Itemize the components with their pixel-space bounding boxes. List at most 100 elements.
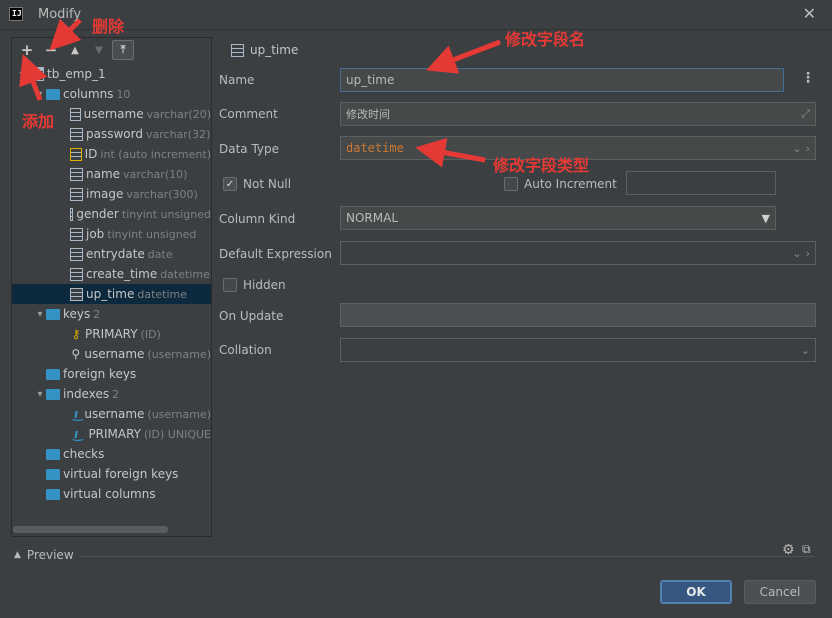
tree-node-table[interactable]: ▾ tb_emp_1 [12, 64, 211, 84]
index-detail: (ID) UNIQUE [144, 427, 211, 441]
name-field[interactable]: up_time [340, 68, 784, 92]
column-row[interactable]: job tinyint unsigned [12, 224, 211, 244]
not-null-checkbox[interactable]: ✓ Not Null [223, 177, 291, 191]
tree-node-keys[interactable]: ▾ keys 2 [12, 304, 211, 324]
index-row[interactable]: ı͜ username (username) [12, 404, 211, 424]
cancel-button[interactable]: Cancel [744, 580, 816, 604]
column-row[interactable]: image varchar(300) [12, 184, 211, 204]
column-icon [70, 107, 81, 121]
chevron-down-icon[interactable]: ▾ [34, 389, 46, 400]
chevron-down-icon[interactable]: ▾ [34, 89, 46, 100]
collation-select[interactable]: ⌄ [340, 338, 816, 362]
auto-increment-label: Auto Increment [524, 177, 617, 191]
rename-annotation: 修改字段名 [505, 30, 586, 49]
key-row[interactable]: ⚲ username (username) [12, 344, 211, 364]
horizontal-scrollbar[interactable] [13, 526, 168, 533]
chevron-down-icon[interactable]: ⌄ [801, 344, 810, 357]
auto-increment-checkbox[interactable]: Auto Increment [504, 177, 617, 191]
triangle-up-icon: ▲ [14, 550, 21, 560]
gear-icon[interactable]: ⚙ [782, 542, 795, 558]
chevron-down-icon[interactable]: ⌄ [792, 247, 801, 260]
on-update-field[interactable] [340, 303, 816, 327]
column-icon [70, 247, 83, 261]
column-name: image [86, 187, 124, 201]
check-icon[interactable]: ✓ [223, 177, 237, 191]
add-button[interactable]: + [16, 40, 38, 60]
virtual-foreign-keys-label: virtual foreign keys [63, 467, 179, 481]
form-header-title: up_time [250, 43, 299, 57]
key-row[interactable]: ⚷ PRIMARY (ID) [12, 324, 211, 344]
move-up-button[interactable]: ▲ [64, 40, 86, 60]
tree-node-columns[interactable]: ▾ columns 10 [12, 84, 211, 104]
auto-increment-field[interactable] [626, 171, 776, 195]
comment-field[interactable]: 修改时间 ⤢ [340, 102, 816, 126]
preview-toggle[interactable]: ▲ Preview [14, 548, 74, 562]
expand-icon[interactable]: ⤢ [801, 107, 810, 121]
chevron-right-icon[interactable]: › [806, 142, 810, 155]
column-type: varchar(32) [145, 127, 211, 141]
column-row[interactable]: create_time datetime [12, 264, 211, 284]
foreign-keys-label: foreign keys [63, 367, 137, 381]
index-icon: ı͜ [74, 427, 79, 441]
column-type: datetime [160, 267, 210, 281]
ok-button[interactable]: OK [660, 580, 732, 604]
column-name: gender [76, 207, 119, 221]
checks-label: checks [63, 447, 105, 461]
column-row-selected[interactable]: up_time datetime [12, 284, 211, 304]
table-icon [28, 67, 44, 81]
column-name: ID [84, 147, 98, 161]
tree-node-virtual-columns[interactable]: virtual columns [12, 484, 211, 504]
keys-count: 2 [93, 307, 101, 321]
column-kind-select[interactable]: NORMAL ▼ [340, 206, 776, 230]
column-kind-label: Column Kind [219, 212, 296, 226]
column-icon [70, 227, 83, 241]
tree-node-foreign-keys[interactable]: foreign keys [12, 364, 211, 384]
columns-count: 10 [116, 87, 131, 101]
column-type: tinyint unsigned [107, 227, 197, 241]
tree-node-indexes[interactable]: ▾ indexes 2 [12, 384, 211, 404]
column-icon [70, 207, 74, 221]
tree-node-checks[interactable]: checks [12, 444, 211, 464]
column-icon [231, 43, 244, 57]
column-type: date [147, 247, 173, 261]
remove-button[interactable]: − [40, 40, 62, 60]
collation-label: Collation [219, 343, 272, 357]
checkbox-box[interactable] [504, 177, 518, 191]
indexes-label: indexes [63, 387, 110, 401]
column-row[interactable]: name varchar(10) [12, 164, 211, 184]
index-detail: (username) [147, 407, 211, 421]
rename-arrow [425, 39, 501, 74]
tree-toolbar: + − ▲ ▼ ⤒ [12, 38, 211, 62]
close-button[interactable]: ✕ [803, 4, 816, 23]
checkbox-box[interactable] [223, 278, 237, 292]
column-icon [70, 187, 83, 201]
preview-divider [80, 556, 815, 557]
chevron-right-icon[interactable]: › [806, 247, 810, 260]
key-detail: (username) [147, 347, 211, 361]
column-row[interactable]: gender tinyint unsigned [12, 204, 211, 224]
tree-node-virtual-foreign-keys[interactable]: virtual foreign keys [12, 464, 211, 484]
popout-icon[interactable]: ⧉ [802, 542, 811, 557]
chevron-down-icon[interactable]: ▾ [16, 69, 28, 80]
index-row[interactable]: ı͜ PRIMARY (ID) UNIQUE [12, 424, 211, 444]
pin-button[interactable]: ⤒ [112, 40, 134, 60]
comment-value: 修改时间 [346, 108, 390, 121]
column-row[interactable]: ID int (auto increment) [12, 144, 211, 164]
hidden-label: Hidden [243, 278, 286, 292]
hidden-checkbox[interactable]: Hidden [223, 278, 286, 292]
keys-label: keys [63, 307, 91, 321]
delete-annotation: 删除 [92, 17, 125, 36]
chevron-down-icon[interactable]: ▾ [34, 309, 46, 320]
dropdown-arrow-icon[interactable]: ▼ [762, 212, 770, 225]
column-name: username [83, 107, 144, 121]
more-options-icon[interactable]: ⋮ [801, 70, 815, 86]
chevron-down-icon[interactable]: ⌄ [792, 142, 801, 155]
folder-icon [46, 368, 60, 380]
column-icon [70, 267, 83, 281]
comment-label: Comment [219, 107, 278, 121]
column-row[interactable]: entrydate date [12, 244, 211, 264]
move-down-button[interactable]: ▼ [88, 40, 110, 60]
folder-icon [46, 488, 60, 500]
default-expression-field[interactable]: ⌄ › [340, 241, 816, 265]
preview-label: Preview [26, 548, 74, 562]
